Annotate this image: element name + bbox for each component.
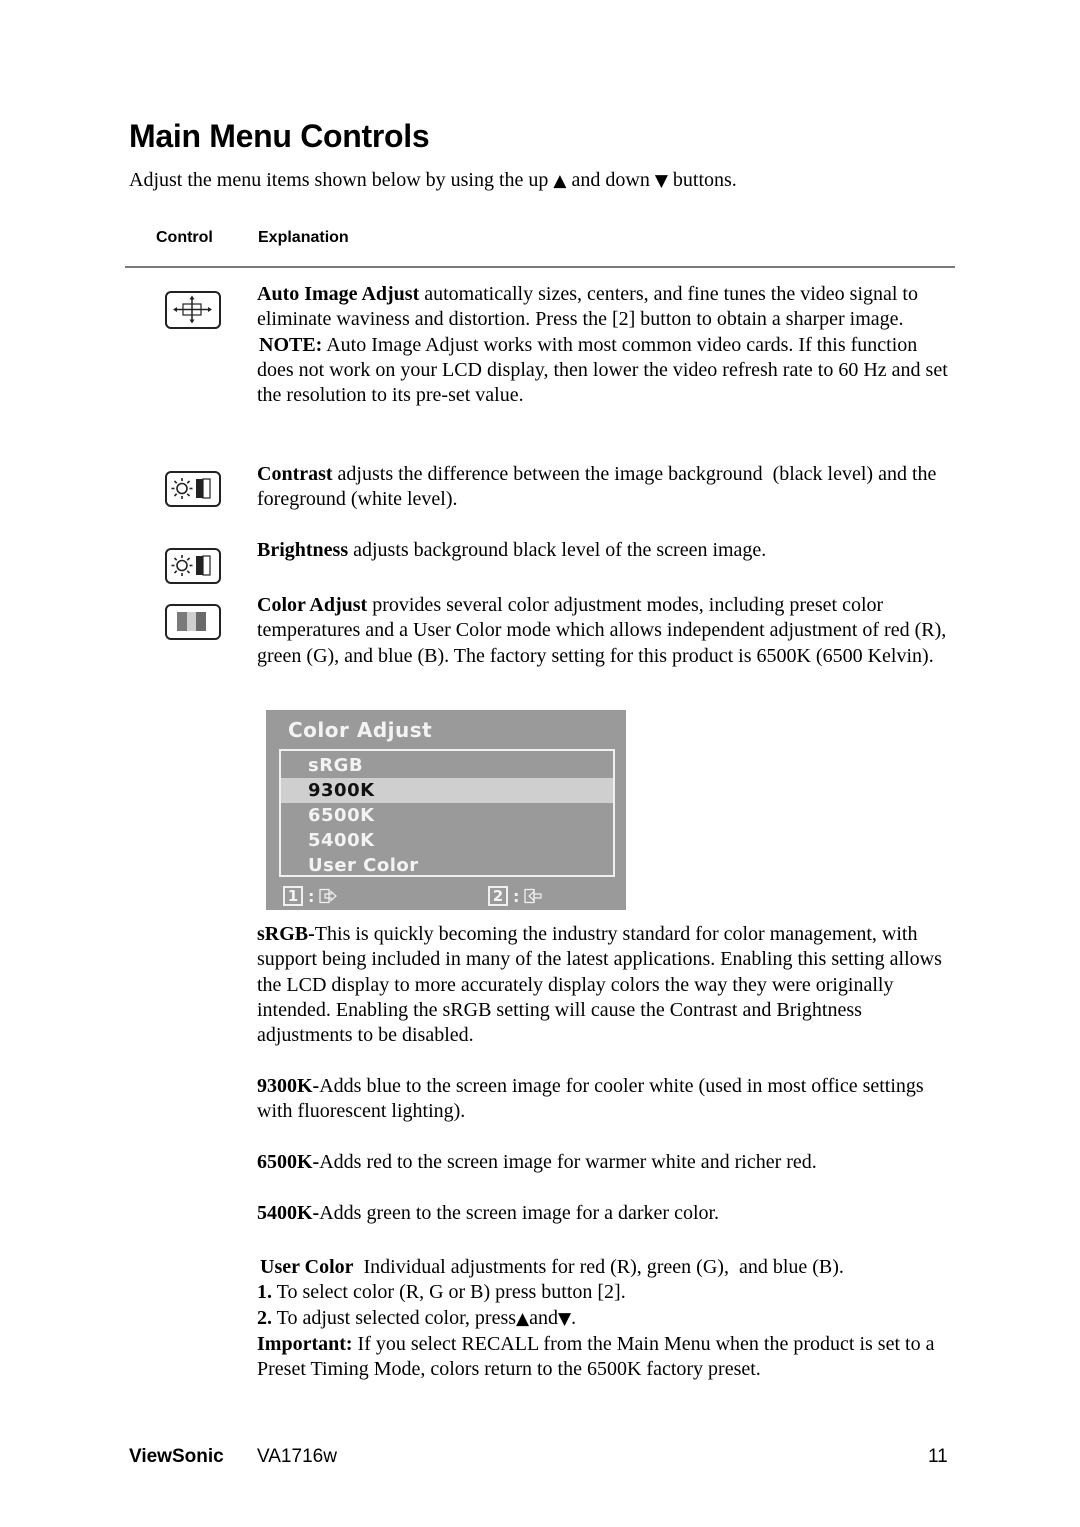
- exit-icon: [319, 888, 338, 904]
- column-header-control: Control: [156, 229, 213, 246]
- step-2: 2. To adjust selected color, press▲and▼.: [257, 1306, 957, 1332]
- step-number: 1.: [257, 1281, 272, 1304]
- description-text: Individual adjustments for red (R), gree…: [353, 1256, 844, 1278]
- contrast-icon: [165, 471, 221, 507]
- osd-item-6500k[interactable]: 6500K: [281, 803, 613, 828]
- intro-text: Adjust the menu items shown below by usi…: [129, 169, 737, 192]
- auto-image-adjust-icon: [165, 291, 221, 329]
- up-triangle-icon: ▲: [553, 171, 567, 191]
- description-text: Adds blue to the screen image for cooler…: [257, 1075, 924, 1123]
- enter-icon: [524, 888, 543, 904]
- 5400k-description: 5400K-Adds green to the screen image for…: [257, 1201, 957, 1226]
- term-6500k: 6500K-: [257, 1151, 320, 1173]
- term-user-color: User Color: [260, 1256, 354, 1278]
- step-text-end: .: [571, 1306, 577, 1329]
- down-triangle-icon: ▼: [654, 171, 668, 191]
- description-text: adjusts the difference between the image…: [257, 463, 942, 511]
- important-label: Important:: [257, 1332, 353, 1355]
- footer-model: VA1716w: [257, 1446, 337, 1467]
- intro-after: buttons.: [667, 169, 737, 191]
- key-2-box: 2: [488, 886, 508, 906]
- color-adjust-description: Color Adjust provides several color adju…: [257, 593, 957, 669]
- brightness-icon: [165, 548, 221, 584]
- term-contrast: Contrast: [257, 463, 333, 485]
- key-separator: :: [308, 886, 315, 906]
- description-text: Adds green to the screen image for a dar…: [319, 1202, 720, 1224]
- important-text: If you select RECALL from the Main Menu …: [257, 1332, 935, 1381]
- important-note: Important: If you select RECALL from the…: [257, 1332, 957, 1383]
- page-number: 11: [928, 1446, 948, 1467]
- description-text: Adds red to the screen image for warmer …: [319, 1151, 817, 1173]
- 6500k-description: 6500K-Adds red to the screen image for w…: [257, 1150, 957, 1175]
- step-number: 2.: [257, 1306, 272, 1329]
- srgb-description: sRGB-This is quickly becoming the indust…: [257, 922, 957, 1048]
- osd-footer-key-2[interactable]: 2 :: [488, 885, 543, 907]
- key-separator: :: [513, 886, 520, 906]
- step-1: 1. To select color (R, G or B) press but…: [257, 1280, 957, 1305]
- osd-footer-key-1[interactable]: 1 :: [283, 885, 338, 907]
- term-9300k: 9300K-: [257, 1075, 320, 1097]
- osd-title: Color Adjust: [288, 718, 433, 742]
- description-text: adjusts background black level of the sc…: [348, 539, 767, 561]
- step-text: To select color (R, G or B) press button…: [272, 1281, 626, 1304]
- key-1-box: 1: [283, 886, 303, 906]
- user-color-description: User Color Individual adjustments for re…: [257, 1255, 957, 1382]
- color-adjust-icon: [165, 604, 221, 640]
- term-brightness: Brightness: [257, 539, 349, 561]
- term-auto-image-adjust: Auto Image Adjust: [257, 283, 420, 305]
- contrast-description: Contrast adjusts the difference between …: [257, 462, 957, 513]
- osd-item-9300k[interactable]: 9300K: [281, 778, 613, 803]
- osd-item-5400k[interactable]: 5400K: [281, 828, 613, 853]
- down-triangle-icon: ▼: [558, 1308, 572, 1329]
- header-divider: [125, 266, 955, 268]
- term-5400k: 5400K-: [257, 1202, 320, 1224]
- 9300k-description: 9300K-Adds blue to the screen image for …: [257, 1074, 957, 1125]
- column-header-explanation: Explanation: [258, 229, 349, 246]
- color-adjust-osd: Color Adjust sRGB 9300K 6500K 5400K User…: [266, 710, 626, 910]
- osd-menu-list: sRGB 9300K 6500K 5400K User Color: [279, 749, 615, 877]
- osd-item-user-color[interactable]: User Color: [281, 853, 613, 878]
- description-text: This is quickly becoming the industry st…: [257, 923, 942, 1047]
- up-triangle-icon: ▲: [516, 1308, 530, 1329]
- osd-item-srgb[interactable]: sRGB: [281, 753, 613, 778]
- note-text: Auto Image Adjust works with most common…: [257, 333, 948, 407]
- step-text-and: and: [529, 1306, 559, 1329]
- term-srgb: sRGB-: [257, 923, 315, 945]
- intro-middle: and down: [566, 169, 655, 191]
- brightness-description: Brightness adjusts background black leve…: [257, 538, 957, 563]
- term-color-adjust: Color Adjust: [257, 594, 368, 616]
- step-text: To adjust selected color, press: [272, 1306, 517, 1329]
- note-label: NOTE:: [259, 333, 323, 356]
- footer-brand: ViewSonic: [129, 1446, 224, 1467]
- intro-before: Adjust the menu items shown below by usi…: [129, 169, 554, 191]
- page-title: Main Menu Controls: [129, 118, 430, 154]
- auto-image-adjust-description: Auto Image Adjust automatically sizes, c…: [257, 282, 957, 408]
